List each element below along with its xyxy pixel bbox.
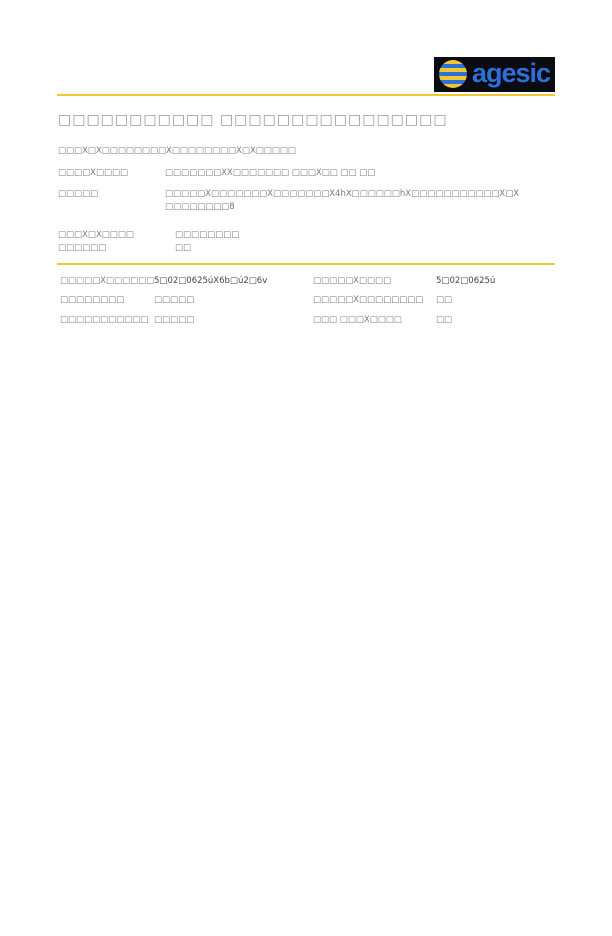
table-label: □□□□□□□□ [60,295,125,305]
table-label: □□□□□X□□□□ [313,276,392,286]
table-value: □□□□□ [154,315,195,325]
table-value: □□ [436,315,453,325]
section-rule [57,263,555,265]
table-value: 5□02□0625úX6b□ú2□6v [154,276,268,286]
table-value: 5□02□0625ú [436,276,496,286]
table-value: □□ [436,295,453,305]
field-value: □□□□□□□XX□□□□□□□ □□□X□□ □□ □□ [165,168,376,178]
document-title: □□□□□□□□□□□ □□□□□□□□□□□□□□□□ [58,112,448,128]
field-value: □□□□□X□□□□□□□X□□□□□□□X4hX□□□□□□hX□□□□□□□… [165,189,520,199]
table-label: □□□□□X□□□□□□□□ [313,295,424,305]
globe-icon [439,60,467,88]
agesic-logo: agesic [434,57,555,92]
document-page: agesic □□□□□□□□□□□ □□□□□□□□□□□□□□□□ □□□X… [0,0,612,936]
field-value-line2: □□ [175,243,192,253]
header-rule [57,94,555,96]
field-label-line2: □□□□□□ [58,243,107,253]
field-value: □□□□□□□□ [175,230,240,240]
field-label: □□□□□ [58,189,99,199]
table-value: □□□□□ [154,295,195,305]
table-label: □□□□□X□□□□□□ [60,276,155,286]
field-label: □□□X□X□□□□ [58,230,134,240]
logo-text: agesic [472,58,551,88]
document-subtitle: □□□X□X□□□□□□□□X□□□□□□□□X□X□□□□□ [58,146,296,156]
field-value-line2: □□□□□□□□8 [165,202,235,212]
table-label: □□□□□□□□□□□ [60,315,149,325]
field-label: □□□□X□□□□ [58,168,129,178]
table-label: □□□ □□□X□□□□ [313,315,402,325]
